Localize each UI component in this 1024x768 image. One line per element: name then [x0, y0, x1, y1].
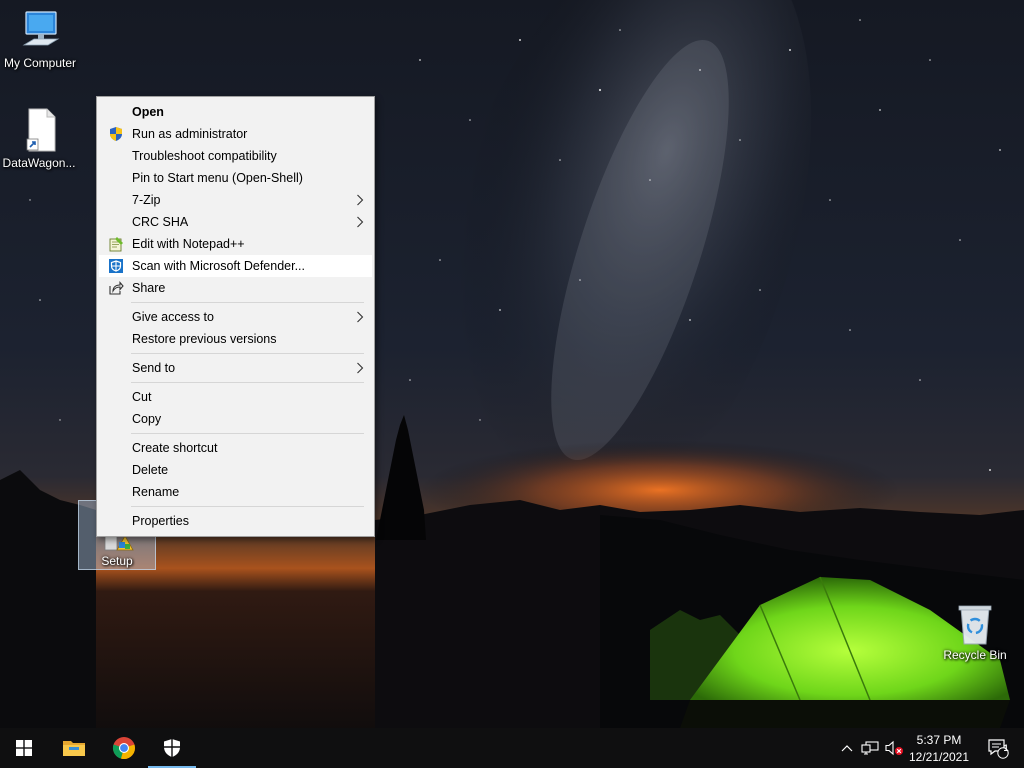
notification-count: 1: [1003, 743, 1009, 753]
volume-muted-icon: [885, 740, 903, 756]
file-shortcut-icon: [26, 108, 56, 152]
menu-item-restore-previous-versions[interactable]: Restore previous versions: [97, 328, 374, 350]
computer-icon: [22, 11, 60, 46]
menu-item-copy[interactable]: Copy: [97, 408, 374, 430]
chrome-icon: [112, 737, 136, 760]
share-icon: [109, 281, 124, 295]
menu-item-label: Give access to: [132, 310, 214, 324]
desktop-icon-recycle-bin[interactable]: Recycle Bin: [935, 600, 1015, 662]
menu-item-label: Create shortcut: [132, 441, 218, 455]
chevron-right-icon: [357, 194, 364, 206]
menu-item-label: Share: [132, 281, 166, 295]
menu-item-label: Pin to Start menu (Open-Shell): [132, 171, 303, 185]
taskbar-clock[interactable]: 5:37 PM 12/21/2021: [904, 728, 974, 768]
tray-volume[interactable]: [882, 728, 906, 768]
menu-item-label: CRC SHA: [132, 215, 189, 229]
menu-item-label: Troubleshoot compatibility: [132, 149, 277, 163]
menu-item-pin-to-start[interactable]: Pin to Start menu (Open-Shell): [97, 167, 374, 189]
menu-item-7zip[interactable]: 7-Zip: [97, 189, 374, 211]
tray-action-center[interactable]: 1: [978, 728, 1018, 768]
menu-item-label: Open: [132, 105, 164, 119]
menu-item-run-as-administrator[interactable]: Run as administrator: [97, 123, 374, 145]
start-icon: [16, 740, 32, 756]
tray-network[interactable]: [858, 728, 882, 768]
desktop-icon-label: My Computer: [3, 56, 77, 70]
menu-item-send-to[interactable]: Send to: [97, 357, 374, 379]
menu-item-label: Cut: [132, 390, 152, 404]
chevron-right-icon: [357, 311, 364, 323]
desktop-icon-label: Recycle Bin: [943, 648, 1007, 662]
recycle-bin-icon: [958, 605, 992, 645]
menu-separator: [131, 382, 364, 383]
menu-item-give-access-to[interactable]: Give access to: [97, 306, 374, 328]
menu-item-label: Properties: [132, 514, 189, 528]
taskbar-file-explorer[interactable]: [50, 728, 98, 768]
menu-item-scan-with-defender[interactable]: Scan with Microsoft Defender...: [99, 255, 372, 277]
defender-icon: [109, 259, 123, 273]
taskbar-chrome[interactable]: [100, 728, 148, 768]
taskbar: 5:37 PM 12/21/2021 1: [0, 728, 1024, 768]
menu-separator: [131, 433, 364, 434]
menu-item-edit-with-notepad[interactable]: Edit with Notepad++: [97, 233, 374, 255]
menu-item-rename[interactable]: Rename: [97, 481, 374, 503]
menu-item-create-shortcut[interactable]: Create shortcut: [97, 437, 374, 459]
start-button[interactable]: [0, 728, 48, 768]
file-explorer-icon: [63, 741, 85, 756]
menu-item-label: Send to: [132, 361, 176, 375]
menu-item-properties[interactable]: Properties: [97, 510, 374, 532]
menu-item-label: Delete: [132, 463, 169, 477]
menu-separator: [131, 302, 364, 303]
menu-item-label: Restore previous versions: [132, 332, 277, 346]
desktop-icon-label: Setup: [101, 554, 133, 568]
tray-show-hidden-icons[interactable]: [836, 728, 858, 768]
menu-item-label: Copy: [132, 412, 162, 426]
menu-item-open[interactable]: Open: [97, 101, 374, 123]
clock-time: 5:37 PM: [916, 733, 962, 747]
menu-item-cut[interactable]: Cut: [97, 386, 374, 408]
desktop-icon-my-computer[interactable]: My Computer: [0, 8, 80, 70]
context-menu: Open Run as administrator Troubleshoot c…: [96, 96, 375, 537]
clock-date: 12/21/2021: [908, 750, 970, 764]
chevron-up-icon: [841, 745, 853, 752]
network-icon: [861, 741, 879, 755]
chevron-right-icon: [357, 362, 364, 374]
menu-item-label: Run as administrator: [132, 127, 248, 141]
menu-item-share[interactable]: Share: [97, 277, 374, 299]
notepad-plus-plus-icon: [109, 237, 123, 252]
chevron-right-icon: [357, 216, 364, 228]
menu-item-label: 7-Zip: [132, 193, 161, 207]
menu-item-crc-sha[interactable]: CRC SHA: [97, 211, 374, 233]
menu-item-delete[interactable]: Delete: [97, 459, 374, 481]
uac-shield-icon: [110, 127, 122, 141]
menu-item-troubleshoot-compatibility[interactable]: Troubleshoot compatibility: [97, 145, 374, 167]
desktop-icon-datawagon[interactable]: DataWagon...: [0, 106, 79, 170]
menu-item-label: Rename: [132, 485, 180, 499]
defender-shield-icon: [164, 739, 180, 757]
menu-separator: [131, 506, 364, 507]
menu-item-label: Scan with Microsoft Defender...: [132, 259, 305, 273]
menu-separator: [131, 353, 364, 354]
taskbar-defender[interactable]: [148, 728, 196, 768]
menu-item-label: Edit with Notepad++: [132, 237, 245, 251]
desktop-icon-label: DataWagon...: [2, 156, 76, 170]
